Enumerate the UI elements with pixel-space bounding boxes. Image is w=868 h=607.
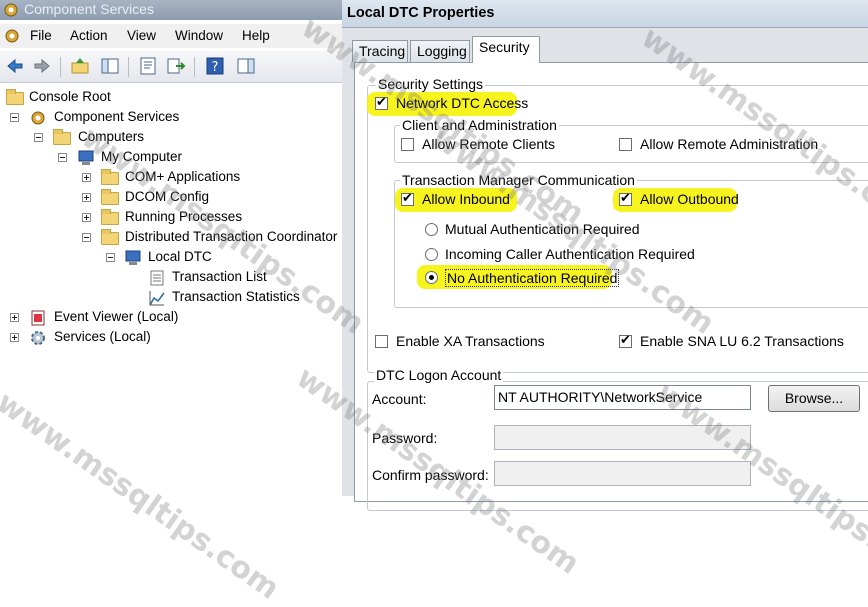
confirm-password-input bbox=[494, 461, 751, 486]
component-services-window: Component Services File Action View Wind… bbox=[0, 0, 342, 496]
dtc-logon-title: DTC Logon Account bbox=[374, 367, 504, 383]
menu-view[interactable]: View bbox=[127, 28, 156, 43]
console-icon[interactable] bbox=[3, 27, 21, 45]
account-input[interactable]: NT AUTHORITY\NetworkService bbox=[494, 385, 751, 410]
tree-label: Running Processes bbox=[125, 209, 243, 224]
collapse-icon[interactable] bbox=[34, 133, 43, 142]
password-input bbox=[494, 425, 751, 450]
no-auth-radio[interactable] bbox=[425, 271, 438, 284]
menu-help[interactable]: Help bbox=[242, 28, 270, 43]
tree-label: Event Viewer (Local) bbox=[54, 309, 179, 324]
collapse-icon[interactable] bbox=[106, 253, 115, 262]
tab-logging[interactable]: Logging bbox=[410, 40, 470, 62]
tree-label: Component Services bbox=[54, 109, 180, 124]
enable-xa-checkbox[interactable] bbox=[375, 335, 388, 348]
expand-icon[interactable] bbox=[82, 173, 91, 182]
incoming-caller-auth-radio[interactable] bbox=[425, 248, 438, 261]
tree-label: DCOM Config bbox=[125, 189, 210, 204]
folder-icon bbox=[101, 209, 119, 225]
allow-inbound-checkbox[interactable] bbox=[401, 191, 414, 206]
allow-remote-clients-label: Allow Remote Clients bbox=[422, 136, 556, 152]
folder-icon bbox=[101, 189, 119, 205]
tree-label: My Computer bbox=[101, 149, 183, 164]
menu-bar: File Action View Window Help bbox=[0, 24, 342, 48]
show-action-pane-icon[interactable] bbox=[236, 56, 256, 76]
dialog-title-bar: Local DTC Properties bbox=[342, 0, 868, 28]
computer-icon bbox=[125, 250, 141, 265]
help-icon[interactable]: ? bbox=[205, 56, 225, 76]
allow-remote-admin-checkbox[interactable] bbox=[619, 138, 632, 151]
allow-inbound-label: Allow Inbound bbox=[422, 191, 510, 207]
export-list-icon[interactable] bbox=[166, 56, 186, 76]
menu-window[interactable]: Window bbox=[175, 28, 223, 43]
tree-label: COM+ Applications bbox=[125, 169, 241, 184]
component-services-icon bbox=[31, 111, 45, 125]
tree-label: Transaction List bbox=[172, 269, 267, 284]
allow-remote-clients-checkbox[interactable] bbox=[401, 138, 414, 151]
mmc-title-bar: Component Services bbox=[0, 0, 342, 20]
no-auth-label: No Authentication Required bbox=[445, 269, 620, 287]
collapse-icon[interactable] bbox=[58, 153, 67, 162]
tm-communication-title: Transaction Manager Communication bbox=[400, 172, 637, 188]
security-tab-panel: Security Settings Network DTC Access Cli… bbox=[354, 62, 868, 511]
mutual-auth-label: Mutual Authentication Required bbox=[445, 221, 640, 237]
allow-remote-admin-label: Allow Remote Administration bbox=[640, 136, 819, 152]
expand-icon[interactable] bbox=[10, 333, 19, 342]
folder-icon bbox=[53, 129, 71, 145]
expand-icon[interactable] bbox=[82, 193, 91, 202]
properties-icon[interactable] bbox=[138, 56, 158, 76]
tab-tracing[interactable]: Tracing bbox=[352, 40, 408, 62]
enable-sna-checkbox[interactable] bbox=[619, 333, 632, 348]
network-dtc-access-label: Network DTC Access bbox=[396, 95, 529, 111]
incoming-caller-auth-label: Incoming Caller Authentication Required bbox=[445, 246, 695, 262]
browse-button[interactable]: Browse... bbox=[768, 385, 860, 412]
toolbar: ? bbox=[0, 51, 342, 83]
account-label: Account: bbox=[372, 391, 427, 407]
svg-text:?: ? bbox=[212, 60, 219, 75]
dialog-title: Local DTC Properties bbox=[347, 5, 495, 21]
tree-label: Local DTC bbox=[148, 249, 212, 264]
folder-icon bbox=[101, 229, 119, 245]
computer-icon bbox=[78, 150, 94, 165]
show-hide-tree-icon[interactable] bbox=[100, 56, 120, 76]
tree-label: Distributed Transaction Coordinator bbox=[125, 229, 338, 244]
confirm-password-label: Confirm password: bbox=[372, 467, 489, 483]
mmc-title: Component Services bbox=[24, 1, 154, 17]
collapse-icon[interactable] bbox=[82, 233, 91, 242]
tree-label: Transaction Statistics bbox=[172, 289, 300, 304]
menu-file[interactable]: File bbox=[30, 28, 52, 43]
folder-icon bbox=[101, 169, 119, 185]
expand-icon[interactable] bbox=[82, 213, 91, 222]
local-dtc-properties-dialog: Local DTC Properties Tracing Logging Sec… bbox=[342, 0, 868, 511]
event-viewer-icon bbox=[31, 310, 45, 326]
tree-label: Services (Local) bbox=[54, 329, 151, 344]
component-services-icon bbox=[4, 3, 18, 17]
security-settings-title: Security Settings bbox=[376, 76, 486, 92]
chart-icon bbox=[149, 291, 165, 306]
folder-icon bbox=[6, 89, 24, 105]
tree-label: Computers bbox=[78, 129, 145, 144]
network-dtc-access-checkbox[interactable] bbox=[375, 95, 388, 110]
mutual-auth-radio[interactable] bbox=[425, 223, 438, 236]
list-icon bbox=[150, 270, 164, 286]
gear-icon bbox=[31, 331, 45, 345]
enable-xa-label: Enable XA Transactions bbox=[396, 333, 545, 349]
forward-icon[interactable] bbox=[32, 56, 52, 76]
allow-outbound-checkbox[interactable] bbox=[619, 191, 632, 206]
up-folder-icon[interactable] bbox=[70, 56, 90, 76]
menu-action[interactable]: Action bbox=[70, 28, 108, 43]
collapse-icon[interactable] bbox=[10, 113, 19, 122]
tree-label: Console Root bbox=[29, 89, 111, 104]
tab-security[interactable]: Security bbox=[472, 36, 540, 63]
allow-outbound-label: Allow Outbound bbox=[640, 191, 739, 207]
enable-sna-label: Enable SNA LU 6.2 Transactions bbox=[640, 333, 844, 349]
password-label: Password: bbox=[372, 430, 438, 446]
expand-icon[interactable] bbox=[10, 313, 19, 322]
client-admin-title: Client and Administration bbox=[400, 117, 559, 133]
back-icon[interactable] bbox=[5, 56, 25, 76]
